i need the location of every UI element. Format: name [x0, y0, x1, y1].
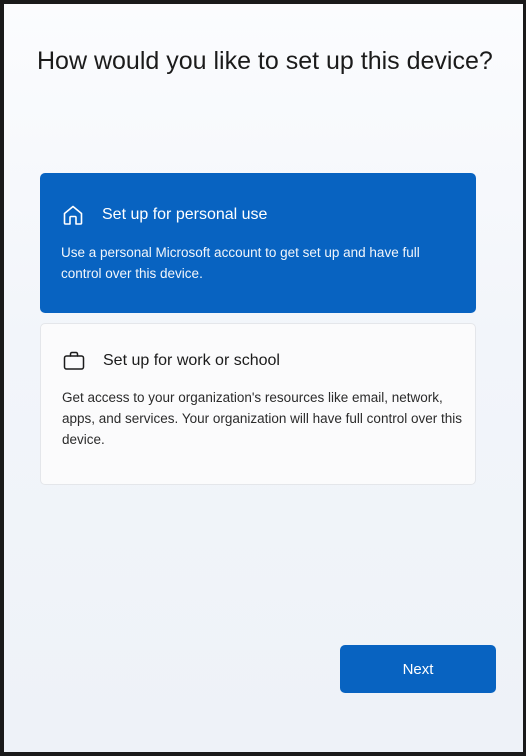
page-title: How would you like to set up this device… — [37, 47, 493, 75]
briefcase-icon — [62, 349, 86, 373]
option-header: Set up for work or school — [62, 349, 280, 373]
personal-use-option[interactable]: Set up for personal use Use a personal M… — [40, 173, 476, 313]
option-description: Use a personal Microsoft account to get … — [61, 245, 420, 281]
option-title: Set up for work or school — [103, 352, 280, 369]
option-header: Set up for personal use — [61, 203, 267, 227]
option-description: Get access to your organization's resour… — [62, 390, 462, 447]
home-icon — [61, 203, 85, 227]
option-title: Set up for personal use — [102, 206, 268, 223]
next-button[interactable]: Next — [340, 645, 496, 693]
work-or-school-option[interactable]: Set up for work or school Get access to … — [40, 323, 476, 485]
setup-window: How would you like to set up this device… — [0, 0, 526, 756]
